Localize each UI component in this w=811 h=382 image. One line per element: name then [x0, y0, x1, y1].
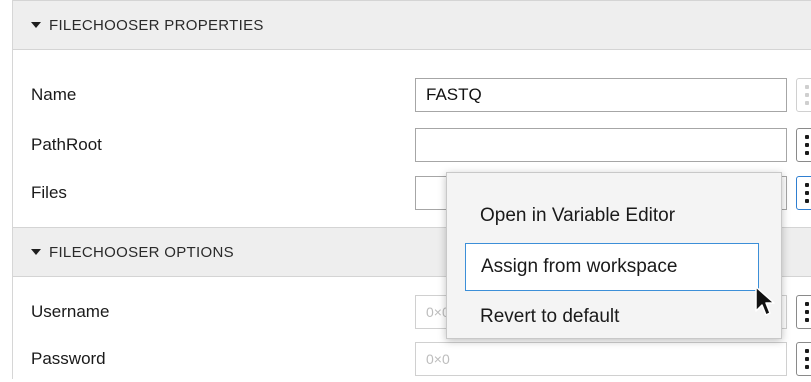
ellipsis-dot — [805, 93, 809, 97]
property-label: Files — [31, 183, 67, 202]
menu-item-open-in-variable-editor[interactable]: Open in Variable Editor — [465, 192, 759, 240]
more-options-button[interactable] — [796, 176, 811, 210]
triangle-down-icon[interactable] — [31, 22, 41, 28]
password-field[interactable]: 0×0 — [415, 342, 787, 376]
section-title: FILECHOOSER OPTIONS — [49, 243, 234, 261]
triangle-down-icon[interactable] — [31, 249, 41, 255]
ellipsis-dot — [805, 310, 809, 314]
ellipsis-dot — [805, 357, 809, 361]
vertical-ellipsis-icon — [805, 349, 809, 353]
more-options-button[interactable] — [796, 342, 811, 376]
vertical-ellipsis-icon — [805, 302, 809, 306]
section-header-properties[interactable]: FILECHOOSER PROPERTIES — [13, 0, 811, 50]
ellipsis-dot — [805, 191, 809, 195]
name-field[interactable]: FASTQ — [415, 78, 787, 112]
vertical-ellipsis-icon — [805, 85, 809, 89]
property-label: Password — [31, 349, 106, 368]
property-row-password: Password 0×0 — [13, 336, 811, 382]
ellipsis-dot — [805, 101, 809, 105]
mouse-pointer-icon — [755, 286, 775, 316]
ellipsis-dot — [805, 151, 809, 155]
more-options-button[interactable] — [796, 128, 811, 162]
property-label: Name — [31, 85, 77, 104]
more-options-button[interactable] — [796, 295, 811, 329]
more-options-button[interactable] — [796, 78, 811, 112]
ellipsis-dot — [805, 365, 809, 369]
menu-item-revert-to-default[interactable]: Revert to default — [465, 293, 759, 341]
ellipsis-dot — [805, 143, 809, 147]
section-title: FILECHOOSER PROPERTIES — [49, 16, 264, 34]
menu-item-assign-from-workspace[interactable]: Assign from workspace — [465, 243, 759, 291]
pathroot-field[interactable] — [415, 128, 787, 162]
property-row-name: Name FASTQ — [13, 72, 811, 118]
ellipsis-dot — [805, 318, 809, 322]
property-label: Username — [31, 302, 110, 321]
property-label: PathRoot — [31, 135, 102, 154]
context-menu: Open in Variable Editor Assign from work… — [446, 172, 782, 339]
vertical-ellipsis-icon — [805, 135, 809, 139]
vertical-ellipsis-icon — [805, 183, 809, 187]
ellipsis-dot — [805, 199, 809, 203]
property-row-pathroot: PathRoot — [13, 122, 811, 168]
